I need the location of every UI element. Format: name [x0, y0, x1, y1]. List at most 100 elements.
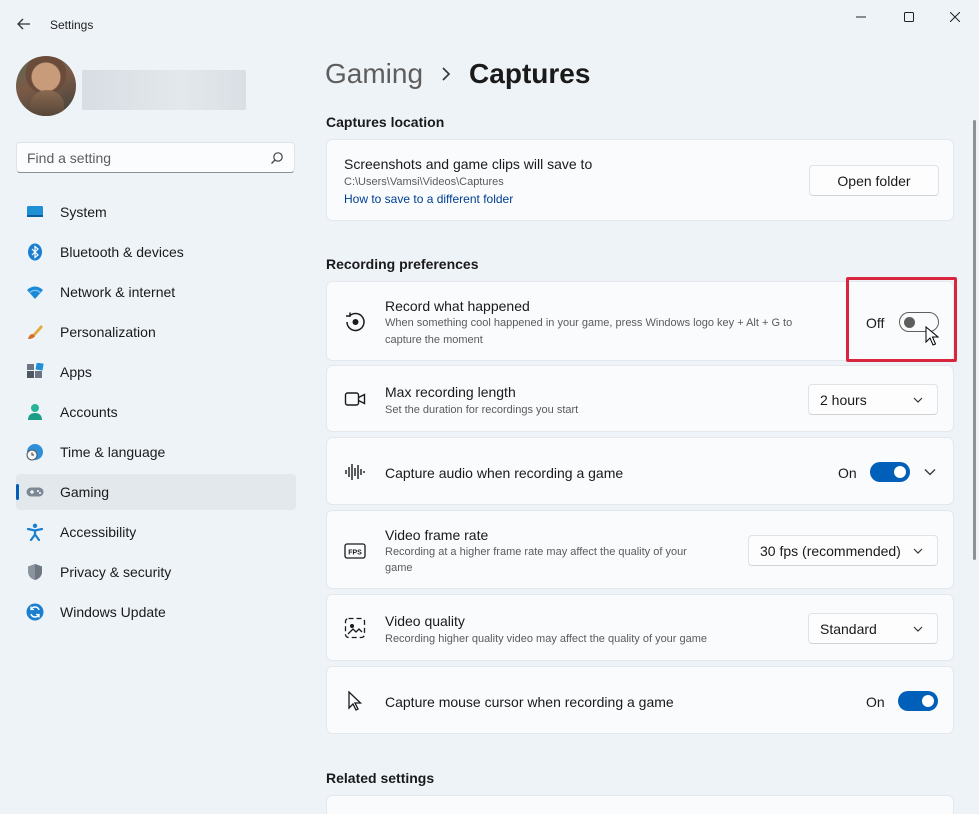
- update-icon: [26, 603, 44, 621]
- video-quality-title: Video quality: [385, 613, 465, 629]
- maximize-icon: [904, 12, 914, 22]
- sidebar-item-label: Accounts: [60, 404, 118, 420]
- minimize-button[interactable]: [838, 6, 884, 28]
- search-box[interactable]: [16, 142, 295, 173]
- capture-audio-card[interactable]: Capture audio when recording a game On: [326, 437, 954, 505]
- expand-chevron-icon[interactable]: [924, 468, 936, 476]
- video-frame-rate-card: FPS Video frame rate Recording at a high…: [326, 510, 954, 589]
- accessibility-icon: [26, 523, 44, 541]
- close-button[interactable]: [932, 6, 978, 28]
- sidebar-item-bluetooth[interactable]: Bluetooth & devices: [16, 234, 296, 270]
- open-folder-button[interactable]: Open folder: [809, 165, 939, 196]
- chevron-right-icon: [442, 67, 451, 81]
- dropdown-value: Standard: [820, 620, 877, 637]
- capture-audio-state: On: [838, 465, 857, 481]
- wifi-icon: [27, 286, 43, 299]
- audio-waveform-icon: [345, 464, 365, 480]
- section-heading-related-settings: Related settings: [326, 770, 435, 786]
- captures-path: C:\Users\Vamsi\Videos\Captures: [344, 176, 504, 188]
- breadcrumb: Gaming Captures: [325, 58, 590, 90]
- chevron-down-icon: [913, 548, 923, 554]
- brush-icon: [28, 325, 43, 339]
- captures-location-card: Screenshots and game clips will save to …: [326, 139, 954, 221]
- sidebar-item-label: Personalization: [60, 324, 156, 340]
- capture-audio-toggle[interactable]: [870, 462, 910, 482]
- sidebar-item-gaming[interactable]: Gaming: [16, 474, 296, 510]
- video-frame-rate-dropdown[interactable]: 30 fps (recommended): [748, 535, 938, 566]
- section-heading-captures-location: Captures location: [326, 114, 445, 130]
- profile-name-redacted: [82, 70, 246, 110]
- person-icon: [28, 404, 42, 420]
- sidebar-item-network[interactable]: Network & internet: [16, 274, 296, 310]
- capture-cursor-title: Capture mouse cursor when recording a ga…: [385, 694, 674, 710]
- sidebar-item-personalization[interactable]: Personalization: [16, 314, 296, 350]
- sidebar-item-label: Windows Update: [60, 604, 166, 620]
- app-title: Settings: [50, 18, 94, 32]
- sidebar-item-label: Bluetooth & devices: [60, 244, 184, 260]
- sidebar-item-time-language[interactable]: Time & language: [16, 434, 296, 470]
- video-frame-rate-title: Video frame rate: [385, 527, 489, 543]
- back-arrow-icon: [17, 18, 30, 30]
- capture-cursor-toggle[interactable]: [898, 691, 938, 711]
- page-title: Captures: [469, 58, 591, 89]
- minimize-icon: [856, 16, 866, 18]
- maximize-button[interactable]: [886, 6, 932, 28]
- video-frame-rate-desc: Recording at a higher frame rate may aff…: [385, 546, 687, 558]
- sidebar-item-label: Time & language: [60, 444, 166, 460]
- video-quality-dropdown[interactable]: Standard: [808, 613, 938, 644]
- chevron-down-icon: [913, 626, 923, 632]
- sidebar-item-privacy[interactable]: Privacy & security: [16, 554, 296, 590]
- dropdown-value: 2 hours: [820, 391, 867, 408]
- sidebar-item-label: Network & internet: [60, 284, 176, 300]
- record-what-happened-title: Record what happened: [385, 298, 530, 314]
- capture-cursor-card: Capture mouse cursor when recording a ga…: [326, 666, 954, 734]
- sidebar-item-accessibility[interactable]: Accessibility: [16, 514, 296, 550]
- max-recording-length-title: Max recording length: [385, 384, 516, 400]
- title-bar: Settings: [0, 0, 979, 48]
- max-recording-length-desc: Set the duration for recordings you star…: [385, 404, 579, 416]
- video-camera-icon: [344, 392, 366, 406]
- search-input[interactable]: [17, 149, 257, 166]
- close-icon: [950, 12, 960, 22]
- search-icon: [271, 152, 283, 164]
- change-folder-link[interactable]: How to save to a different folder: [344, 192, 513, 206]
- apps-icon: [27, 363, 44, 378]
- section-heading-recording-preferences: Recording preferences: [326, 256, 479, 272]
- sidebar-item-label: Apps: [60, 364, 92, 380]
- sidebar-item-label: System: [60, 204, 107, 220]
- cursor-arrow-icon: [348, 690, 363, 711]
- avatar: [16, 56, 76, 116]
- sidebar-nav: System Bluetooth & devices Network & int…: [16, 194, 296, 634]
- fps-icon: FPS: [344, 543, 366, 559]
- related-settings-card[interactable]: [326, 795, 954, 814]
- record-what-happened-desc-2: capture the moment: [385, 334, 483, 346]
- sidebar-item-label: Gaming: [60, 484, 110, 500]
- chevron-down-icon: [913, 397, 923, 403]
- shield-icon: [28, 564, 42, 580]
- sidebar-item-windows-update[interactable]: Windows Update: [16, 594, 296, 630]
- breadcrumb-parent[interactable]: Gaming: [325, 58, 423, 90]
- max-recording-length-dropdown[interactable]: 2 hours: [808, 384, 938, 415]
- record-what-happened-desc: When something cool happened in your gam…: [385, 317, 793, 329]
- dropdown-value: 30 fps (recommended): [760, 542, 901, 559]
- video-frame-rate-desc-2: game: [385, 562, 413, 574]
- captures-location-title: Screenshots and game clips will save to: [344, 156, 593, 172]
- back-button[interactable]: [14, 14, 34, 34]
- svg-text:FPS: FPS: [348, 550, 362, 557]
- video-quality-card: Video quality Recording higher quality v…: [326, 594, 954, 661]
- sidebar-item-label: Privacy & security: [60, 564, 172, 580]
- capture-audio-title: Capture audio when recording a game: [385, 465, 624, 481]
- sidebar-item-label: Accessibility: [60, 524, 137, 540]
- video-quality-icon: [344, 617, 366, 639]
- record-history-icon: [346, 312, 365, 332]
- monitor-icon: [27, 206, 43, 217]
- scrollbar[interactable]: [973, 120, 976, 560]
- globe-clock-icon: [26, 444, 43, 461]
- sidebar-item-system[interactable]: System: [16, 194, 296, 230]
- capture-cursor-state: On: [866, 694, 885, 710]
- sidebar-item-accounts[interactable]: Accounts: [16, 394, 296, 430]
- sidebar-item-apps[interactable]: Apps: [16, 354, 296, 390]
- highlight-annotation: [846, 277, 957, 362]
- bluetooth-icon: [28, 243, 42, 261]
- max-recording-length-card: Max recording length Set the duration fo…: [326, 365, 954, 432]
